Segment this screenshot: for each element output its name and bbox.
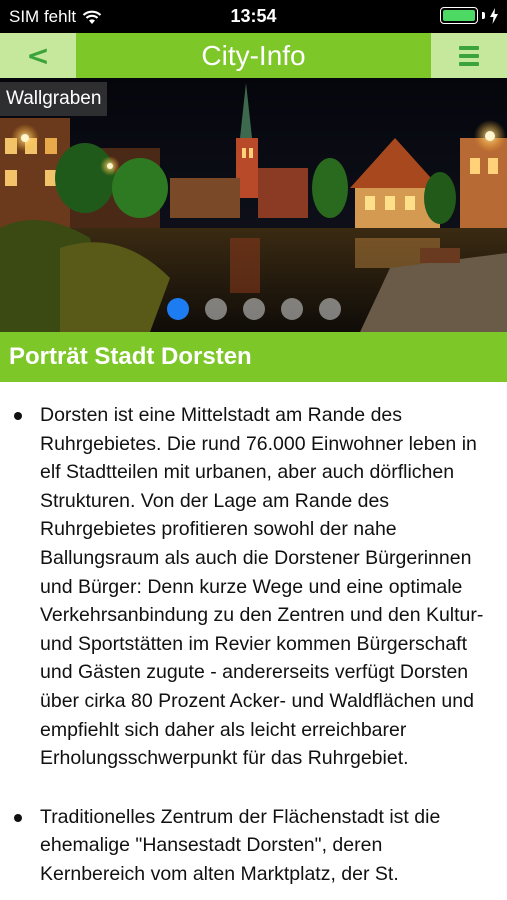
slider-dot-5[interactable] <box>318 298 341 320</box>
image-caption: Wallgraben <box>0 82 108 116</box>
slider-pagination <box>0 298 507 320</box>
battery-indicator <box>440 7 499 24</box>
paragraph-text: Traditionelles Zentrum der Flächenstadt … <box>40 805 441 885</box>
battery-icon <box>440 7 478 24</box>
hamburger-menu-icon <box>459 45 479 66</box>
carrier-label: SIM fehlt <box>9 7 77 26</box>
wifi-icon <box>82 10 102 24</box>
nav-bar: < City-Info <box>0 33 507 78</box>
battery-tip <box>482 12 485 19</box>
section-title: Porträt Stadt Dorsten <box>0 332 507 382</box>
battery-fill <box>443 10 475 21</box>
slider-dot-1[interactable] <box>166 298 189 320</box>
slider-dot-4[interactable] <box>280 298 303 320</box>
night-town-photo <box>0 78 507 332</box>
bullet-icon <box>14 813 22 822</box>
slider-dot-2[interactable] <box>204 298 227 320</box>
list-item: Dorsten ist eine Mittelstadt am Rande de… <box>0 401 507 773</box>
slider-dot-3[interactable] <box>242 298 265 320</box>
status-bar: SIM fehlt 13:54 <box>0 0 507 33</box>
menu-button[interactable] <box>431 33 507 78</box>
page-title: City-Info <box>201 39 306 71</box>
bullet-icon <box>14 412 22 420</box>
content-area[interactable]: Dorsten ist eine Mittelstadt am Rande de… <box>0 401 507 900</box>
image-slider[interactable]: Wallgraben <box>0 78 507 332</box>
back-chevron-icon: < <box>26 39 50 72</box>
charging-bolt-icon <box>490 7 498 24</box>
carrier-info: SIM fehlt <box>9 7 102 27</box>
paragraph-text: Dorsten ist eine Mittelstadt am Rande de… <box>40 404 484 770</box>
back-button[interactable]: < <box>0 33 76 78</box>
list-item: Traditionelles Zentrum der Flächenstadt … <box>0 803 507 889</box>
